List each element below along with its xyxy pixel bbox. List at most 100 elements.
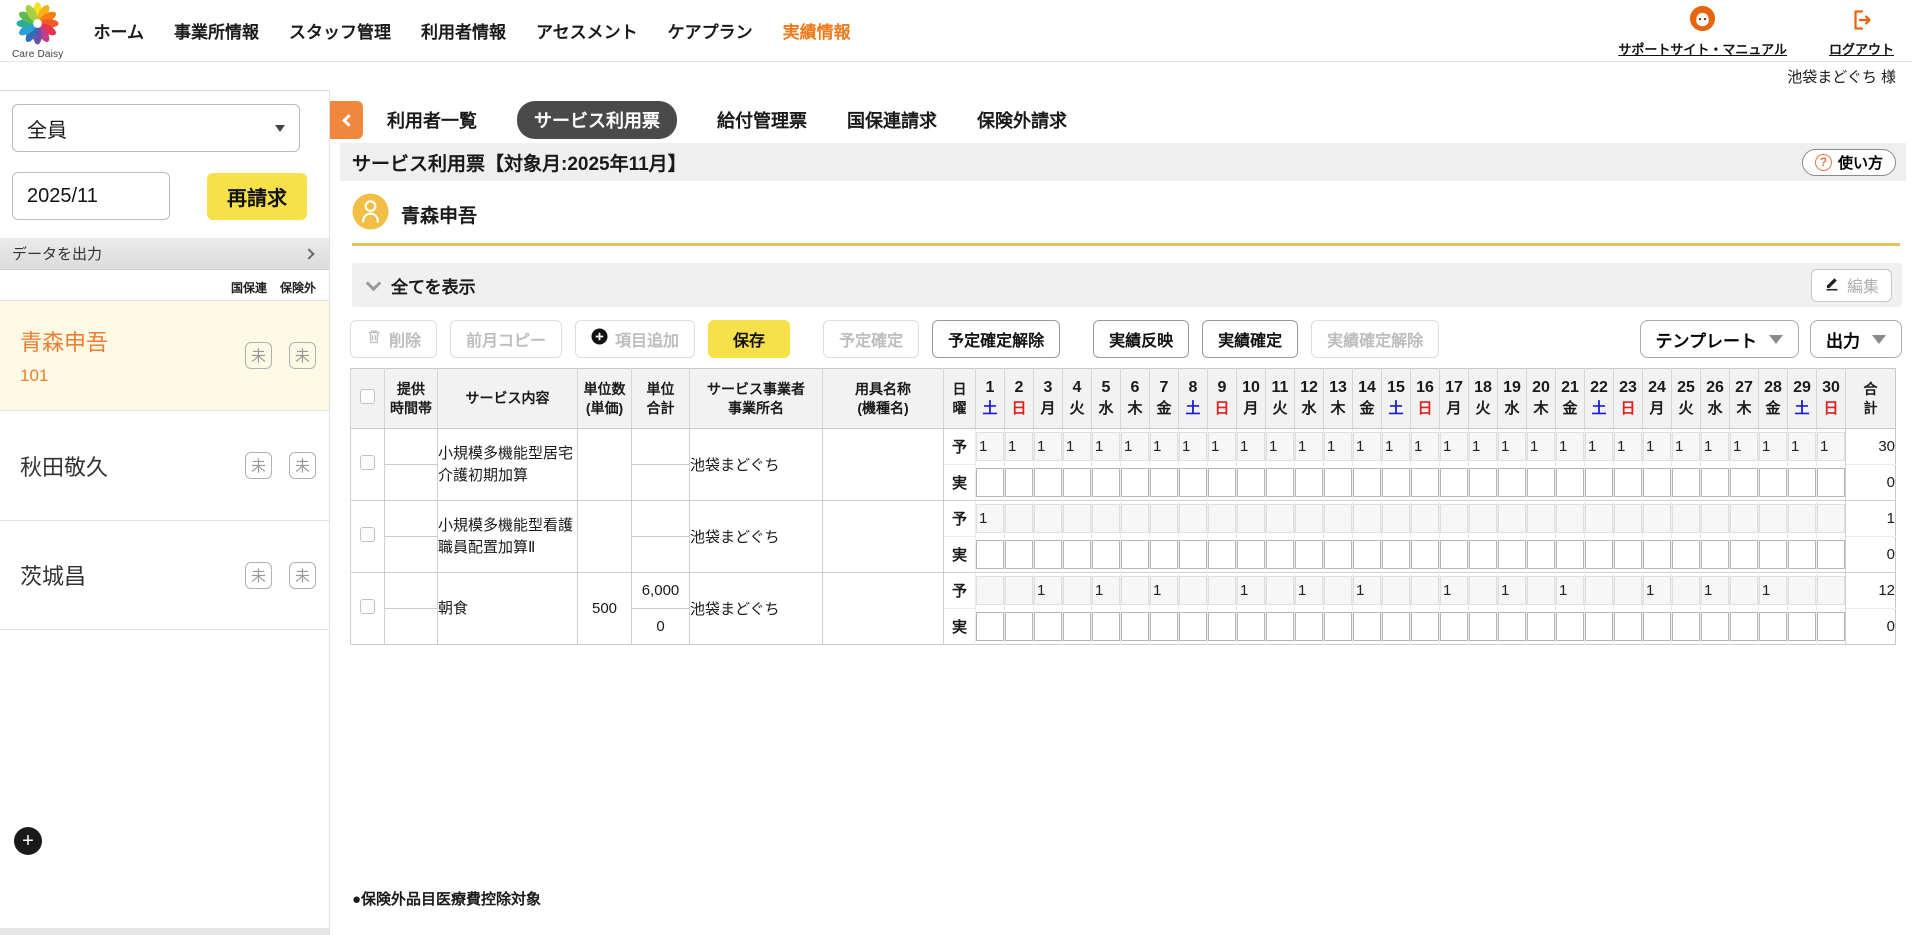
actual-cell-day-16[interactable] [1411,540,1439,569]
nav-item-実績情報[interactable]: 実績情報 [783,18,851,43]
actual-cell-day-9[interactable] [1208,468,1236,497]
actual-cell-day-11[interactable] [1266,612,1294,641]
actual-cell-day-18[interactable] [1469,468,1497,497]
nav-item-利用者情報[interactable]: 利用者情報 [421,18,506,43]
actual-cell-day-24[interactable] [1643,540,1671,569]
actual-cell-day-13[interactable] [1324,540,1352,569]
actual-cell-day-4[interactable] [1063,540,1091,569]
actual-cell-day-12[interactable] [1295,468,1323,497]
actual-cell-day-10[interactable] [1237,612,1265,641]
billing-month-input[interactable] [12,172,170,220]
logout-link[interactable]: ログアウト [1829,7,1894,58]
toolbar-button-実績確定[interactable]: 実績確定 [1202,320,1298,358]
actual-cell-day-15[interactable] [1382,540,1410,569]
actual-cell-day-17[interactable] [1440,540,1468,569]
actual-cell-day-17[interactable] [1440,468,1468,497]
dropdown-テンプレート[interactable]: テンプレート [1640,320,1800,358]
actual-cell-day-8[interactable] [1179,612,1207,641]
actual-cell-day-25[interactable] [1672,468,1700,497]
data-export-menu[interactable]: データを出力 [0,238,329,270]
actual-cell-day-29[interactable] [1788,540,1816,569]
actual-cell-day-20[interactable] [1527,612,1555,641]
actual-cell-day-19[interactable] [1498,540,1526,569]
actual-cell-day-3[interactable] [1034,540,1062,569]
actual-cell-day-3[interactable] [1034,612,1062,641]
actual-cell-day-27[interactable] [1730,468,1758,497]
actual-cell-day-1[interactable] [976,612,1004,641]
actual-cell-day-28[interactable] [1759,468,1787,497]
actual-cell-day-26[interactable] [1701,612,1729,641]
actual-cell-day-18[interactable] [1469,612,1497,641]
actual-cell-day-7[interactable] [1150,540,1178,569]
actual-cell-day-27[interactable] [1730,612,1758,641]
actual-cell-day-28[interactable] [1759,612,1787,641]
actual-cell-day-19[interactable] [1498,612,1526,641]
toolbar-button-保存[interactable]: 保存 [708,320,790,358]
actual-cell-day-17[interactable] [1440,612,1468,641]
actual-cell-day-29[interactable] [1788,468,1816,497]
actual-cell-day-23[interactable] [1614,540,1642,569]
actual-cell-day-27[interactable] [1730,540,1758,569]
tab-利用者一覧[interactable]: 利用者一覧 [387,107,477,133]
actual-cell-day-11[interactable] [1266,540,1294,569]
actual-cell-day-21[interactable] [1556,612,1584,641]
toolbar-button-予定確定解除[interactable]: 予定確定解除 [932,320,1060,358]
actual-cell-day-23[interactable] [1614,612,1642,641]
actual-cell-day-13[interactable] [1324,612,1352,641]
actual-cell-day-25[interactable] [1672,612,1700,641]
nav-item-スタッフ管理[interactable]: スタッフ管理 [289,18,391,43]
row-checkbox[interactable] [360,599,375,614]
actual-cell-day-30[interactable] [1817,612,1845,641]
chevron-down-icon[interactable] [366,275,382,291]
rebill-button[interactable]: 再請求 [207,173,307,220]
actual-cell-day-3[interactable] [1034,468,1062,497]
sidebar-collapse-button[interactable] [330,101,363,139]
actual-cell-day-16[interactable] [1411,612,1439,641]
user-list-item[interactable]: 茨城昌未未 [0,520,329,630]
actual-cell-day-12[interactable] [1295,612,1323,641]
actual-cell-day-14[interactable] [1353,468,1381,497]
actual-cell-day-22[interactable] [1585,540,1613,569]
actual-cell-day-22[interactable] [1585,612,1613,641]
actual-cell-day-5[interactable] [1092,540,1120,569]
actual-cell-day-18[interactable] [1469,540,1497,569]
select-all-checkbox[interactable] [360,389,375,404]
user-filter-select[interactable]: 全員 [12,104,300,152]
tab-保険外請求[interactable]: 保険外請求 [977,107,1067,133]
actual-cell-day-5[interactable] [1092,612,1120,641]
actual-cell-day-6[interactable] [1121,540,1149,569]
actual-cell-day-21[interactable] [1556,540,1584,569]
add-user-button[interactable]: + [14,827,42,855]
tab-国保連請求[interactable]: 国保連請求 [847,107,937,133]
actual-cell-day-15[interactable] [1382,612,1410,641]
sidebar-scrollbar[interactable] [0,928,329,935]
actual-cell-day-4[interactable] [1063,468,1091,497]
dropdown-出力[interactable]: 出力 [1810,320,1902,358]
actual-cell-day-24[interactable] [1643,468,1671,497]
actual-cell-day-28[interactable] [1759,540,1787,569]
tab-給付管理票[interactable]: 給付管理票 [717,107,807,133]
actual-cell-day-9[interactable] [1208,540,1236,569]
actual-cell-day-26[interactable] [1701,468,1729,497]
toolbar-button-実績反映[interactable]: 実績反映 [1093,320,1189,358]
actual-cell-day-20[interactable] [1527,540,1555,569]
nav-item-ホーム[interactable]: ホーム [93,18,144,43]
row-checkbox[interactable] [360,527,375,542]
actual-cell-day-2[interactable] [1005,468,1033,497]
support-link[interactable]: サポートサイト・マニュアル [1618,4,1787,58]
actual-cell-day-14[interactable] [1353,612,1381,641]
actual-cell-day-15[interactable] [1382,468,1410,497]
actual-cell-day-19[interactable] [1498,468,1526,497]
actual-cell-day-9[interactable] [1208,612,1236,641]
actual-cell-day-7[interactable] [1150,468,1178,497]
actual-cell-day-5[interactable] [1092,468,1120,497]
actual-cell-day-25[interactable] [1672,540,1700,569]
actual-cell-day-6[interactable] [1121,468,1149,497]
actual-cell-day-22[interactable] [1585,468,1613,497]
actual-cell-day-16[interactable] [1411,468,1439,497]
actual-cell-day-20[interactable] [1527,468,1555,497]
actual-cell-day-7[interactable] [1150,612,1178,641]
brand-logo[interactable]: Care Daisy [12,1,63,60]
user-list-item[interactable]: 秋田敬久未未 [0,410,329,520]
actual-cell-day-30[interactable] [1817,468,1845,497]
